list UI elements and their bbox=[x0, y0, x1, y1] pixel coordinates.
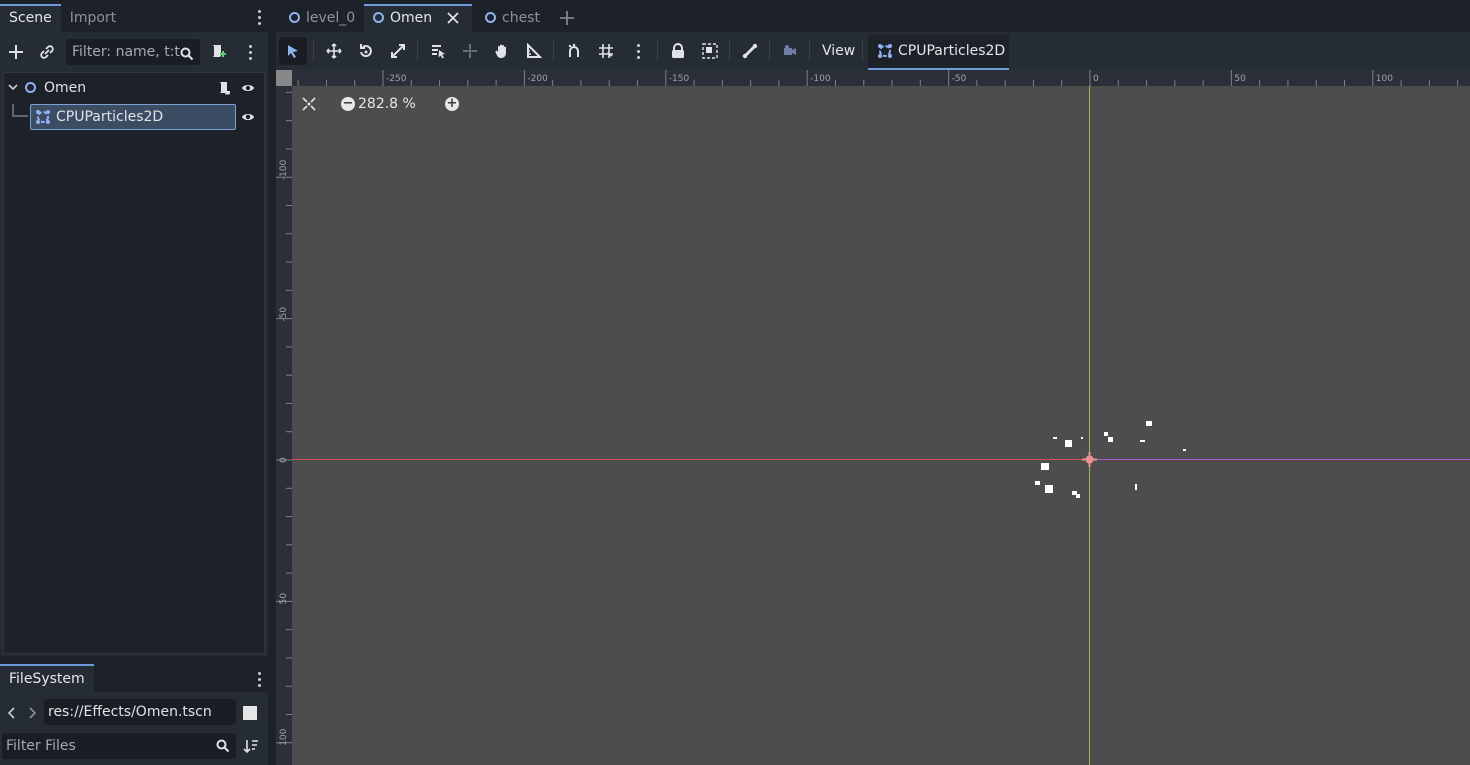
ruler-label: 50 bbox=[279, 593, 289, 605]
filter-files-input[interactable]: Filter Files bbox=[2, 733, 236, 759]
split-mode-icon[interactable] bbox=[243, 706, 257, 720]
tab-level-0[interactable]: level_0 bbox=[280, 4, 364, 32]
group-icon[interactable] bbox=[696, 37, 724, 65]
bone-icon[interactable] bbox=[736, 37, 764, 65]
node2d-icon bbox=[289, 12, 300, 23]
tree-connector bbox=[12, 104, 28, 117]
ruler-label: -100 bbox=[279, 160, 289, 181]
filesystem-menu-icon[interactable] bbox=[254, 668, 264, 690]
zoom-out-icon[interactable]: − bbox=[341, 97, 355, 111]
filesystem-panel: FileSystem res://Effects/Omen.tscn Filte… bbox=[0, 664, 268, 765]
forward-icon[interactable] bbox=[27, 706, 37, 720]
ruler-label: 100 bbox=[1376, 74, 1393, 84]
tree-item-omen[interactable]: Omen bbox=[4, 76, 264, 100]
ruler-label: -250 bbox=[386, 74, 407, 84]
select-tool-icon[interactable] bbox=[279, 37, 307, 65]
search-icon bbox=[216, 739, 230, 753]
ruler-corner[interactable] bbox=[276, 70, 292, 86]
pan-tool-icon[interactable] bbox=[488, 37, 516, 65]
tab-chest[interactable]: chest bbox=[476, 4, 556, 32]
scene-panel: Filter: name, t:t Omen CPUParticles2D bbox=[0, 32, 268, 656]
add-tab-icon[interactable] bbox=[560, 11, 574, 25]
horizontal-ruler[interactable]: -250 -200 -150 -100 -50 0 50 100 bbox=[292, 70, 1470, 86]
tab-scene[interactable]: Scene bbox=[0, 4, 61, 32]
ruler-label: -200 bbox=[527, 74, 548, 84]
instance-scene-icon[interactable] bbox=[35, 40, 59, 64]
scene-tabs: level_0 Omen chest bbox=[276, 4, 1470, 32]
tab-filesystem[interactable]: FileSystem bbox=[0, 664, 94, 692]
selectable-nodes-icon[interactable] bbox=[424, 37, 452, 65]
dock-tabs: Scene Import bbox=[0, 4, 268, 32]
scale-tool-icon[interactable] bbox=[384, 37, 412, 65]
particles-icon bbox=[36, 110, 50, 124]
script-icon[interactable] bbox=[217, 81, 231, 95]
tree-item-label: Omen bbox=[44, 80, 87, 96]
visibility-eye-icon[interactable] bbox=[241, 111, 255, 123]
grid-snap-icon[interactable] bbox=[592, 37, 620, 65]
lock-icon[interactable] bbox=[664, 37, 692, 65]
filter-nodes-input[interactable]: Filter: name, t:t bbox=[66, 39, 200, 65]
camera-override-icon[interactable] bbox=[776, 37, 804, 65]
search-icon bbox=[180, 44, 194, 65]
add-node-icon[interactable] bbox=[4, 40, 28, 64]
ruler-label: 0 bbox=[279, 457, 289, 463]
ruler-label: -50 bbox=[279, 307, 289, 322]
zoom-in-icon[interactable]: + bbox=[445, 97, 459, 111]
dock-menu-icon[interactable] bbox=[254, 6, 264, 28]
canvas-toolbar: View CPUParticles2D bbox=[276, 32, 1470, 70]
node2d-icon bbox=[485, 12, 496, 23]
ruler-label: -50 bbox=[952, 74, 967, 84]
tree-item-cpuparticles2d[interactable]: CPUParticles2D bbox=[4, 104, 264, 130]
tree-item-label: CPUParticles2D bbox=[56, 109, 164, 125]
main-editor: level_0 Omen chest View CPUParticles2D -… bbox=[276, 0, 1470, 765]
path-field[interactable]: res://Effects/Omen.tscn bbox=[44, 699, 236, 725]
scene-tree: Omen CPUParticles2D bbox=[3, 72, 265, 654]
origin-marker[interactable] bbox=[1082, 452, 1097, 467]
filesystem-tabs: FileSystem bbox=[0, 664, 268, 692]
visibility-eye-icon[interactable] bbox=[241, 82, 255, 94]
ruler-label: 0 bbox=[1093, 74, 1099, 84]
canvas-2d[interactable] bbox=[292, 86, 1470, 765]
chevron-down-icon[interactable] bbox=[8, 84, 18, 92]
tab-import[interactable]: Import bbox=[61, 4, 125, 32]
particles-icon bbox=[878, 44, 892, 58]
close-icon[interactable] bbox=[447, 12, 459, 24]
scene-toolbar: Filter: name, t:t bbox=[0, 32, 268, 72]
rotate-tool-icon[interactable] bbox=[352, 37, 380, 65]
node2d-icon bbox=[373, 12, 384, 23]
smart-snap-icon[interactable] bbox=[560, 37, 588, 65]
canvas-viewport[interactable]: -250 -200 -150 -100 -50 0 50 100 -100 -50 0 50 100 bbox=[276, 70, 1470, 765]
attach-script-icon[interactable] bbox=[206, 40, 230, 64]
ruler-label: 100 bbox=[279, 728, 289, 745]
ruler-label: -150 bbox=[669, 74, 690, 84]
left-dock: Scene Import Filter: name, t:t Omen CPUP… bbox=[0, 0, 268, 765]
pivot-tool-icon[interactable] bbox=[456, 37, 484, 65]
back-icon[interactable] bbox=[7, 706, 17, 720]
cpuparticles2d-menu-button[interactable]: CPUParticles2D bbox=[868, 35, 1009, 70]
vertical-ruler[interactable]: -100 -50 0 50 100 bbox=[276, 86, 292, 765]
node2d-icon bbox=[25, 82, 36, 93]
center-view-icon[interactable] bbox=[302, 97, 316, 111]
scene-more-icon[interactable] bbox=[238, 40, 262, 64]
zoom-level[interactable]: 282.8 % bbox=[358, 94, 416, 114]
move-tool-icon[interactable] bbox=[320, 37, 348, 65]
ruler-label: -100 bbox=[810, 74, 831, 84]
snap-options-icon[interactable] bbox=[624, 37, 652, 65]
view-menu-button[interactable]: View bbox=[816, 37, 861, 65]
ruler-tool-icon[interactable] bbox=[520, 37, 548, 65]
ruler-label: 50 bbox=[1234, 74, 1246, 84]
sort-icon[interactable] bbox=[243, 738, 259, 754]
tab-omen[interactable]: Omen bbox=[364, 4, 472, 32]
